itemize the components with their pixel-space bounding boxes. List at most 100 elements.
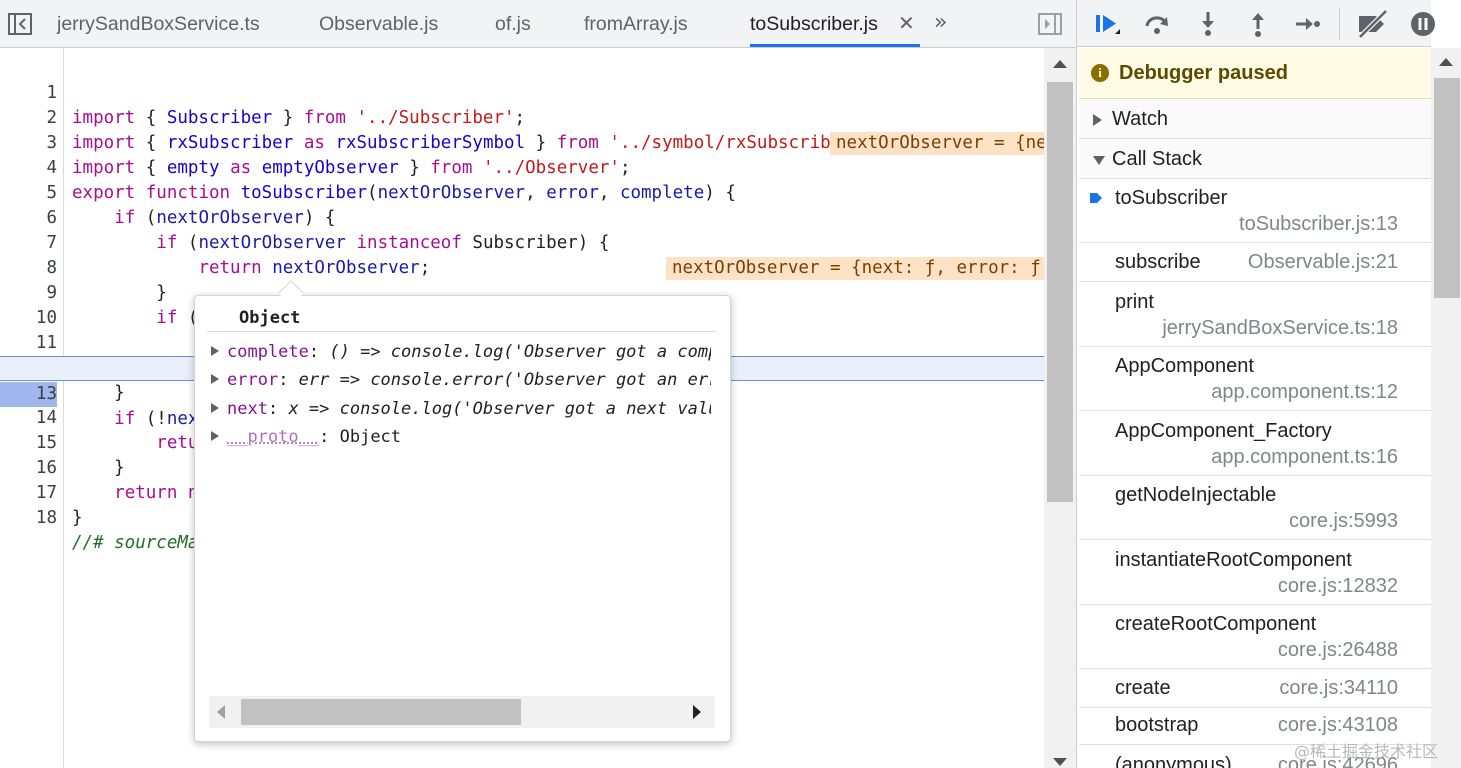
frame-location[interactable]: app.component.ts:16 [1211, 446, 1398, 469]
deactivate-breakpoints-icon[interactable] [1356, 10, 1390, 38]
call-frame[interactable]: instantiateRootComponent core.js:12832 [1079, 540, 1431, 605]
expand-triangle-icon[interactable] [211, 374, 219, 384]
frame-location[interactable]: toSubscriber.js:13 [1239, 213, 1398, 236]
scroll-left-icon[interactable] [217, 705, 225, 719]
sidebar-scrollbar-thumb[interactable] [1434, 78, 1460, 298]
frame-location[interactable]: Observable.js:21 [1248, 251, 1398, 274]
inline-value-badge: nextOrObserver = {next: ƒ, error: ƒ, com… [666, 257, 1044, 280]
code-line[interactable]: 1 import { Subscriber } from '../Subscri… [0, 56, 1044, 128]
frame-location[interactable]: core.js:26488 [1278, 639, 1398, 662]
frame-function: AppComponent_Factory [1115, 420, 1332, 442]
property-key: error [227, 370, 279, 390]
popover-scrollbar-thumb[interactable] [241, 699, 521, 725]
debugger-toolbar [1077, 0, 1435, 47]
call-frame[interactable]: createRootComponent core.js:26488 [1079, 605, 1431, 669]
frame-function: instantiateRootComponent [1115, 549, 1352, 571]
frame-location[interactable]: app.component.ts:12 [1211, 381, 1398, 404]
step-out-icon[interactable] [1244, 10, 1272, 38]
call-frame[interactable]: subscribe Observable.js:21 [1079, 243, 1431, 282]
expand-triangle-icon[interactable] [211, 431, 219, 441]
frame-location[interactable]: core.js:34110 [1279, 677, 1398, 700]
property-complete[interactable]: complete: () => console.log('Observer go… [211, 339, 711, 365]
frame-location[interactable]: core.js:5993 [1289, 510, 1398, 533]
tab-label: jerrySandBoxService.ts [57, 13, 260, 35]
call-frame[interactable]: AppComponent app.component.ts:12 [1079, 347, 1431, 411]
frame-location[interactable]: core.js:43108 [1278, 714, 1398, 737]
step-icon[interactable] [1293, 10, 1321, 38]
expand-triangle-icon[interactable] [211, 346, 219, 356]
code-line[interactable]: 7 return nextOrObserver; [0, 206, 1044, 278]
popover-horizontal-scrollbar[interactable] [209, 696, 715, 728]
frame-location[interactable]: jerrySandBoxService.ts:18 [1162, 317, 1398, 340]
step-into-icon[interactable] [1194, 10, 1222, 38]
call-frame[interactable]: create core.js:34110 [1079, 669, 1431, 708]
call-frame[interactable]: AppComponent_Factory app.component.ts:16 [1079, 411, 1431, 476]
section-title: Watch [1112, 108, 1168, 130]
code-line[interactable]: 5 if (nextOrObserver) { [0, 156, 1044, 228]
code-line[interactable]: 9 if (nextOrObserver[rxSubscriberSymbol]… [0, 256, 1044, 329]
call-stack-section-header[interactable]: Call Stack [1079, 140, 1431, 179]
tab-label: Observable.js [319, 13, 439, 35]
property-key: complete [227, 342, 309, 362]
toggle-debugger-sidebar-icon[interactable] [1037, 12, 1063, 36]
line-number[interactable]: 18 [0, 506, 57, 531]
tab-label: fromArray.js [584, 13, 688, 35]
object-preview-popover[interactable]: Object complete: () => console.log('Obse… [194, 295, 731, 742]
frame-function: create [1115, 677, 1171, 699]
code-line[interactable]: 2 import { rxSubscriber as rxSubscriberS… [0, 81, 1044, 153]
tab-label: toSubscriber.js [750, 13, 878, 35]
scroll-right-icon[interactable] [693, 705, 701, 719]
property-next[interactable]: next: x => console.log('Observer got a n… [211, 396, 711, 422]
more-tabs-icon[interactable]: » [934, 10, 947, 35]
toggle-navigator-icon[interactable] [7, 12, 33, 36]
inline-value-badge: nextOrObserver = {next: ƒ, error: ƒ, com… [830, 132, 1044, 155]
pause-on-exceptions-icon[interactable] [1409, 10, 1437, 38]
scroll-up-icon[interactable] [1053, 60, 1067, 68]
paused-banner: i Debugger paused [1079, 48, 1431, 99]
code-line[interactable]: 8 } [0, 231, 1044, 303]
code-line[interactable]: 3 import { empty as emptyObserver } from… [0, 106, 1044, 178]
expand-triangle-icon[interactable] [211, 403, 219, 413]
call-frame[interactable]: toSubscriber toSubscriber.js:13 [1079, 179, 1431, 243]
frame-location[interactable]: core.js:12832 [1278, 575, 1398, 598]
tab-jerry-sandbox-service[interactable]: jerrySandBoxService.ts [57, 0, 260, 47]
sidebar-scrollbar[interactable] [1431, 48, 1461, 768]
watch-section-header[interactable]: Watch [1079, 100, 1431, 139]
close-icon[interactable]: ✕ [898, 0, 915, 48]
tab-to-subscriber[interactable]: toSubscriber.js ✕ [750, 0, 920, 47]
tab-of[interactable]: of.js [495, 0, 531, 47]
section-title: Call Stack [1112, 148, 1203, 170]
tab-label: of.js [495, 13, 531, 35]
resume-icon[interactable] [1093, 10, 1121, 38]
info-icon: i [1091, 64, 1109, 82]
expanded-triangle-icon [1093, 156, 1105, 165]
code-line[interactable]: 4 export function toSubscriber(nextOrObs… [0, 131, 1044, 203]
step-over-icon[interactable] [1143, 10, 1171, 38]
editor-scrollbar[interactable] [1044, 48, 1076, 768]
frame-function: subscribe [1115, 251, 1201, 273]
scroll-down-icon[interactable] [1053, 758, 1067, 766]
frame-function: bootstrap [1115, 714, 1199, 736]
paused-status: Debugger paused [1119, 62, 1288, 84]
call-frame[interactable]: getNodeInjectable core.js:5993 [1079, 476, 1431, 540]
debugger-sidebar: i Debugger paused Watch Call Stack toSub… [1076, 0, 1461, 768]
tab-from-array[interactable]: fromArray.js [584, 0, 688, 47]
watermark: @稀土掘金技术社区 [1294, 742, 1439, 761]
property-value: Object [339, 427, 402, 447]
code-line[interactable]: 6 if (nextOrObserver instanceof Subscrib… [0, 181, 1044, 253]
property-key: next [227, 399, 268, 419]
call-frame[interactable]: print jerrySandBoxService.ts:18 [1079, 282, 1431, 347]
frame-function: toSubscriber [1115, 187, 1228, 209]
frame-function: getNodeInjectable [1115, 484, 1277, 506]
frame-function: createRootComponent [1115, 613, 1317, 635]
scroll-up-icon[interactable] [1439, 58, 1453, 66]
frame-function: print [1115, 291, 1154, 313]
editor-scrollbar-thumb[interactable] [1047, 82, 1073, 502]
divider [207, 331, 717, 332]
tab-observable[interactable]: Observable.js [319, 0, 438, 47]
property-error[interactable]: error: err => console.error('Observer go… [211, 367, 711, 393]
code-text: } [72, 508, 83, 528]
property-proto[interactable]: __proto__: Object [211, 424, 711, 450]
popover-title: Object [239, 308, 301, 328]
property-key: __proto__ [227, 427, 320, 447]
